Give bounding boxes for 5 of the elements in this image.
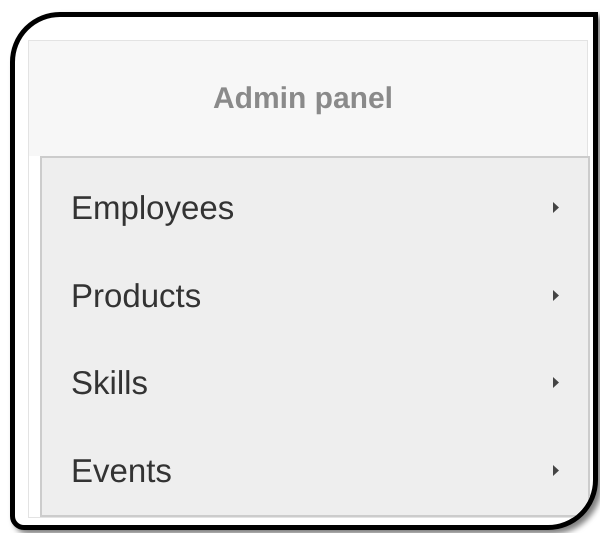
menu-item[interactable]: Skills [42, 339, 588, 426]
panel-title: Admin panel [212, 81, 393, 117]
menu-item[interactable]: Events [42, 426, 588, 514]
menu-item[interactable]: Products [42, 252, 588, 339]
menu-item[interactable]: Employees [42, 164, 588, 252]
